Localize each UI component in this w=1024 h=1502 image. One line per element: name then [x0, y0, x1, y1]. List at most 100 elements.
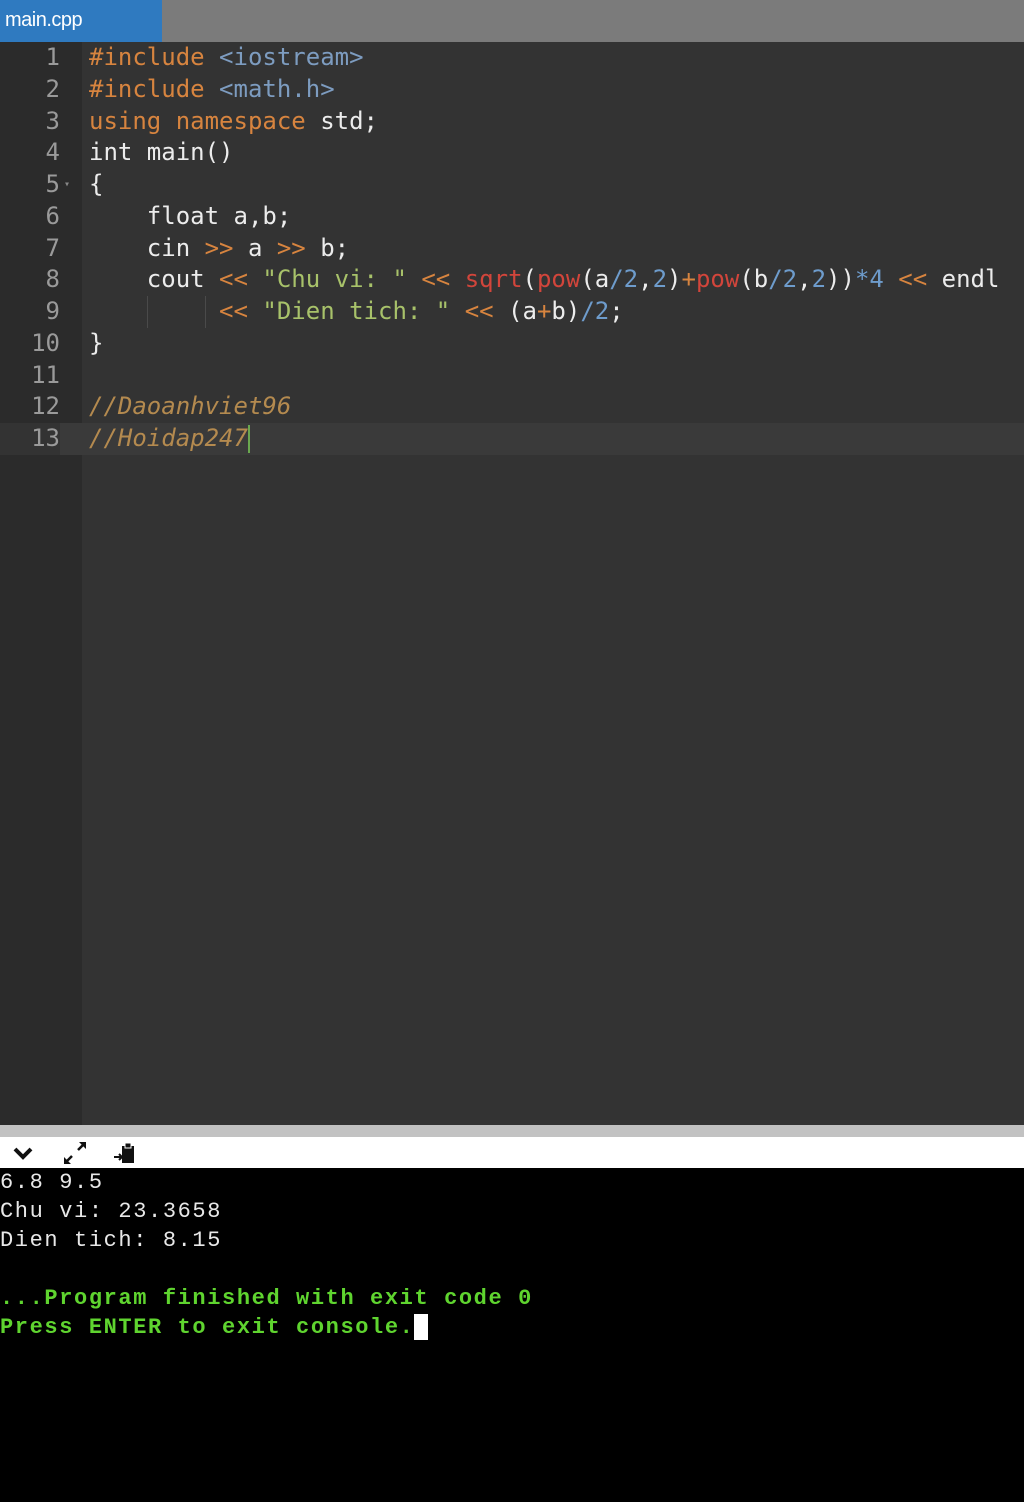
token-id: [161, 107, 175, 135]
token-num: /2: [609, 265, 639, 294]
line-number: 1: [45, 43, 60, 71]
token-num: 2: [652, 265, 668, 294]
token-id: (b: [739, 265, 769, 294]
console-output[interactable]: 6.8 9.5 Chu vi: 23.3658 Dien tich: 8.15...…: [0, 1168, 1024, 1502]
token-op: >>: [204, 233, 234, 262]
token-id: a: [233, 233, 277, 262]
code-text: {: [89, 169, 103, 201]
collapse-chevron-down-icon[interactable]: [10, 1140, 36, 1166]
code-line[interactable]: 6 float a,b;: [0, 201, 1024, 233]
line-number: 7: [45, 233, 60, 262]
line-number: 13: [0, 423, 60, 455]
console-text: Dien tich: 8.15: [0, 1228, 223, 1253]
code-text: cout << "Chu vi: " << sqrt(pow(a/2,2)+po…: [89, 264, 1000, 296]
code-line[interactable]: 3 using namespace std;: [0, 106, 1024, 138]
console-text: Chu vi: 23.3658: [0, 1199, 223, 1224]
token-kw: using: [89, 106, 162, 135]
code-text: cin >> a >> b;: [89, 233, 349, 265]
token-id: [205, 75, 219, 103]
token-id: float a,b;: [89, 201, 292, 230]
token-id: }: [89, 328, 104, 357]
console-line: ...Program finished with exit code 0: [0, 1284, 1024, 1313]
line-number: 10: [31, 328, 60, 357]
code-text: float a,b;: [89, 201, 292, 233]
line-number: 8: [45, 265, 60, 294]
token-cm: //Daoanhviet96: [89, 392, 292, 421]
line-number: 12: [31, 392, 60, 421]
line-number: 6: [45, 201, 60, 230]
token-id: ,: [638, 265, 653, 294]
token-id: )): [826, 265, 855, 294]
console-toolbar: [0, 1137, 1024, 1168]
code-line[interactable]: 4 int main(): [0, 137, 1024, 169]
token-inc: <math.h>: [219, 74, 335, 103]
token-num: /2: [768, 265, 798, 294]
copy-clipboard-icon[interactable]: [112, 1140, 138, 1166]
code-line[interactable]: 8 cout << "Chu vi: " << sqrt(pow(a/2,2)+…: [0, 264, 1024, 296]
token-num: 2: [811, 265, 827, 294]
token-kw: #include: [89, 43, 205, 71]
token-id: [450, 265, 464, 293]
code-line[interactable]: 2 #include <math.h>: [0, 74, 1024, 106]
token-fn: pow: [695, 265, 740, 294]
token-id: b): [551, 297, 581, 325]
token-id: [205, 43, 219, 71]
token-num: /2: [580, 297, 610, 325]
code-text: #include <iostream>: [89, 42, 364, 74]
console-line: Press ENTER to exit console.: [0, 1313, 1024, 1342]
token-id: ;: [609, 297, 624, 325]
token-id: b;: [305, 233, 350, 262]
code-line[interactable]: 10}: [0, 328, 1024, 360]
code-text: using namespace std;: [89, 106, 378, 138]
line-number: 11: [31, 360, 60, 389]
console-text: 6.8 9.5: [0, 1170, 104, 1195]
code-text: int main(): [89, 137, 234, 169]
panel-splitter[interactable]: [0, 1125, 1024, 1137]
token-id: cout: [89, 265, 220, 294]
token-id: (a: [493, 297, 537, 325]
fold-arrow-icon[interactable]: ▾: [64, 169, 70, 201]
code-line[interactable]: 5 ▾ {: [0, 169, 1024, 201]
code-text: //Hoidap247: [89, 423, 250, 455]
token-op: +: [536, 297, 552, 325]
token-id: ): [667, 265, 682, 294]
code-line[interactable]: 1 #include <iostream>: [0, 42, 1024, 74]
code-lines[interactable]: 1 #include <iostream> 2 #include <math.h> 3 u…: [0, 42, 1024, 455]
code-line[interactable]: 7 cin >> a >> b;: [0, 233, 1024, 265]
token-id: (a: [580, 265, 610, 294]
token-id: std;: [305, 106, 378, 135]
code-line[interactable]: 11: [0, 360, 1024, 392]
code-line[interactable]: 9 << "Dien tich: " << (a+b)/2;: [0, 296, 1024, 328]
console-cursor: [414, 1314, 429, 1341]
line-number: 3: [45, 106, 60, 135]
code-editor[interactable]: 1 #include <iostream> 2 #include <math.h> 3 u…: [0, 42, 1024, 1125]
code-line[interactable]: 12 //Daoanhviet96: [0, 391, 1024, 423]
token-op: <<: [219, 297, 248, 325]
line-number: 5: [45, 170, 60, 198]
token-op: <<: [421, 265, 451, 294]
code-line[interactable]: 13 //Hoidap247: [0, 423, 1024, 455]
line-number: 4: [45, 138, 60, 167]
console-line: 6.8 9.5: [0, 1168, 1024, 1197]
token-id: {: [89, 170, 104, 198]
line-number: 2: [45, 74, 60, 103]
line-number: 9: [45, 297, 60, 325]
token-num: *4: [854, 265, 884, 294]
token-id: [884, 265, 898, 293]
token-op: >>: [276, 233, 306, 262]
code-text: #include <math.h>: [89, 74, 335, 106]
token-id: (: [522, 265, 537, 294]
token-str: "Dien tich: ": [262, 297, 451, 325]
token-op: +: [681, 265, 696, 294]
tab-main-cpp[interactable]: main.cpp: [0, 0, 162, 42]
token-op: <<: [464, 297, 494, 325]
code-text: << "Dien tich: " << (a+b)/2;: [89, 296, 624, 328]
token-fn: pow: [536, 265, 581, 294]
token-id: [407, 265, 421, 293]
token-id: [248, 265, 262, 293]
expand-arrows-icon[interactable]: [62, 1140, 88, 1166]
token-id: ,: [797, 265, 812, 294]
code-text: //Daoanhviet96: [89, 391, 291, 423]
token-kw: #include: [89, 74, 205, 103]
